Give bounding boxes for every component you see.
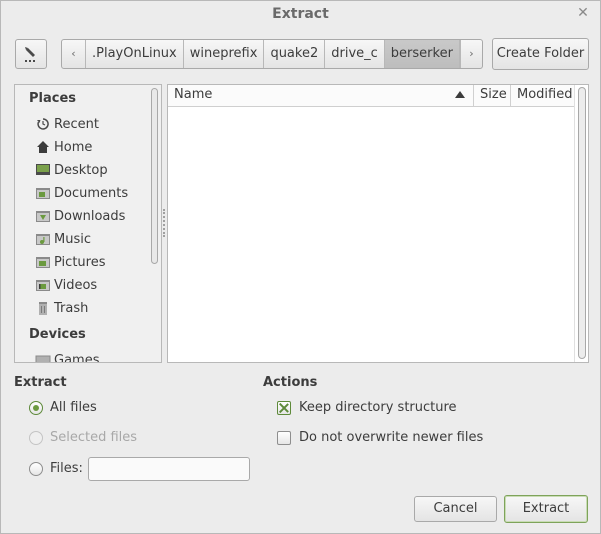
music-folder-icon xyxy=(35,231,51,247)
sidebar-item-label: Desktop xyxy=(54,162,108,178)
sidebar-item-label: Trash xyxy=(54,300,89,316)
keep-directory-structure-checkbox[interactable] xyxy=(277,401,291,415)
path-crumb-wineprefix[interactable]: wineprefix xyxy=(184,40,265,68)
selected-files-label: Selected files xyxy=(50,430,138,445)
sidebar-item-downloads[interactable]: Downloads xyxy=(35,206,125,226)
sidebar-item-documents[interactable]: Documents xyxy=(35,183,128,203)
sidebar-item-label: Music xyxy=(54,231,91,247)
title-bar: Extract ✕ xyxy=(1,1,600,28)
sidebar-item-music[interactable]: Music xyxy=(35,229,91,249)
places-scrollbar[interactable] xyxy=(149,86,161,362)
drive-icon xyxy=(35,352,51,362)
videos-folder-icon xyxy=(35,277,51,293)
files-pattern-input[interactable] xyxy=(88,457,250,481)
sidebar-item-label: Documents xyxy=(54,185,129,201)
cancel-button[interactable]: Cancel xyxy=(414,496,497,522)
sidebar-item-label: Downloads xyxy=(54,208,126,224)
path-crumb-quake2[interactable]: quake2 xyxy=(264,40,326,68)
documents-folder-icon xyxy=(35,185,51,201)
places-sidebar: Places Recent Home Desktop Documents Dow… xyxy=(14,84,162,363)
places-scrollbar-thumb[interactable] xyxy=(151,88,158,264)
devices-heading: Devices xyxy=(29,327,86,342)
sidebar-item-desktop[interactable]: Desktop xyxy=(35,160,108,180)
file-list[interactable]: Name Size Modified xyxy=(167,84,589,363)
window-title: Extract xyxy=(272,6,329,22)
sidebar-item-label: Videos xyxy=(54,277,98,293)
files-pattern-radio[interactable] xyxy=(29,462,43,476)
path-crumb-berserker[interactable]: berserker xyxy=(384,40,460,68)
all-files-radio[interactable] xyxy=(29,401,43,415)
path-scroll-left-icon[interactable]: ‹ xyxy=(62,40,86,68)
selected-files-radio xyxy=(29,431,43,445)
sidebar-item-label: Recent xyxy=(54,116,99,132)
recent-icon xyxy=(35,116,51,132)
sidebar-item-label: Games xyxy=(54,352,100,363)
column-header-modified[interactable]: Modified xyxy=(511,85,574,106)
sidebar-item-label: Pictures xyxy=(54,254,106,270)
file-list-header: Name Size Modified xyxy=(168,85,574,107)
sidebar-item-label: Home xyxy=(54,139,93,155)
sidebar-item-games[interactable]: Games xyxy=(35,350,100,363)
actions-heading: Actions xyxy=(263,375,318,390)
sidebar-item-trash[interactable]: Trash xyxy=(35,298,88,318)
path-crumb-playonlinux[interactable]: .PlayOnLinux xyxy=(86,40,184,68)
downloads-folder-icon xyxy=(35,208,51,224)
create-folder-button[interactable]: Create Folder xyxy=(492,38,589,70)
sidebar-item-home[interactable]: Home xyxy=(35,137,92,157)
sidebar-item-videos[interactable]: Videos xyxy=(35,275,97,295)
file-list-scrollbar[interactable] xyxy=(574,85,588,362)
keep-directory-structure-label[interactable]: Keep directory structure xyxy=(299,400,457,415)
files-pattern-label[interactable]: Files: xyxy=(50,461,83,476)
column-header-size[interactable]: Size xyxy=(474,85,511,106)
path-crumb-drive-c[interactable]: drive_c xyxy=(325,40,385,68)
edit-location-button[interactable] xyxy=(15,39,47,69)
sidebar-item-pictures[interactable]: Pictures xyxy=(35,252,105,272)
file-list-scrollbar-thumb[interactable] xyxy=(578,87,586,359)
desktop-icon xyxy=(35,162,51,178)
sort-ascending-icon xyxy=(455,91,465,98)
all-files-label[interactable]: All files xyxy=(50,400,97,415)
path-bar: ‹ .PlayOnLinux wineprefix quake2 drive_c… xyxy=(61,39,483,69)
sidebar-item-recent[interactable]: Recent xyxy=(35,114,99,134)
pictures-folder-icon xyxy=(35,254,51,270)
pencil-icon xyxy=(25,47,35,62)
close-icon[interactable]: ✕ xyxy=(576,6,590,20)
extract-heading: Extract xyxy=(14,375,67,390)
column-header-name[interactable]: Name xyxy=(168,85,474,106)
do-not-overwrite-label[interactable]: Do not overwrite newer files xyxy=(299,430,483,445)
extract-dialog: Extract ✕ ‹ .PlayOnLinux wineprefix quak… xyxy=(0,0,601,534)
places-heading: Places xyxy=(29,91,77,106)
path-scroll-right-icon[interactable]: › xyxy=(459,40,482,68)
pane-resize-handle[interactable] xyxy=(163,209,166,237)
home-icon xyxy=(35,139,51,155)
extract-button[interactable]: Extract xyxy=(504,495,588,523)
trash-icon xyxy=(35,300,51,316)
do-not-overwrite-checkbox[interactable] xyxy=(277,431,291,445)
